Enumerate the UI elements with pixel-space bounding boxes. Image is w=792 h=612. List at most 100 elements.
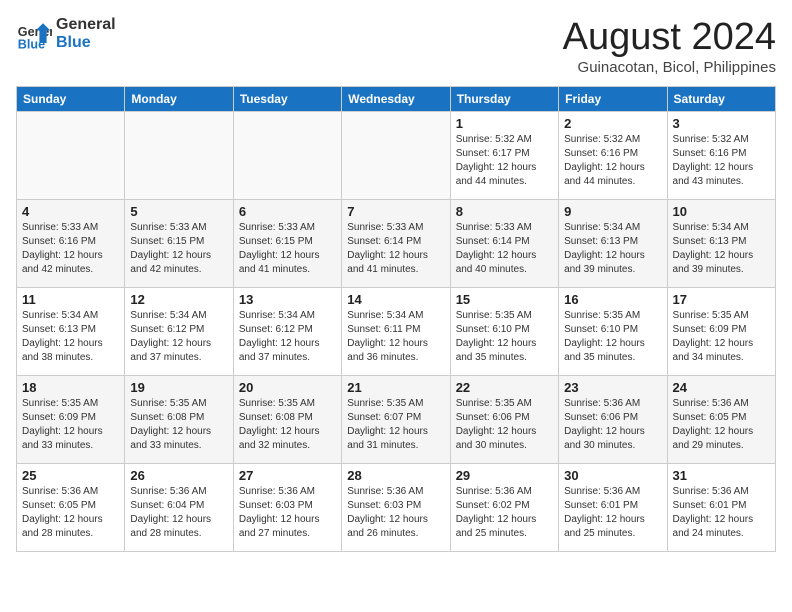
weekday-header-row: SundayMondayTuesdayWednesdayThursdayFrid… xyxy=(17,87,776,112)
day-number: 13 xyxy=(239,292,336,307)
day-number: 22 xyxy=(456,380,553,395)
day-number: 26 xyxy=(130,468,227,483)
day-info: Sunrise: 5:34 AM Sunset: 6:12 PM Dayligh… xyxy=(130,309,227,365)
day-info: Sunrise: 5:35 AM Sunset: 6:09 PM Dayligh… xyxy=(22,397,119,453)
calendar-cell: 1 Sunrise: 5:32 AM Sunset: 6:17 PM Daylig… xyxy=(450,112,558,200)
day-number: 5 xyxy=(130,204,227,219)
day-number: 30 xyxy=(564,468,661,483)
calendar-cell: 24 Sunrise: 5:36 AM Sunset: 6:05 PM Dayli… xyxy=(667,376,775,464)
day-info: Sunrise: 5:36 AM Sunset: 6:05 PM Dayligh… xyxy=(22,485,119,541)
day-number: 20 xyxy=(239,380,336,395)
day-number: 12 xyxy=(130,292,227,307)
weekday-header: Sunday xyxy=(17,87,125,112)
month-title: August 2024 xyxy=(563,16,776,59)
day-number: 17 xyxy=(673,292,770,307)
calendar-cell: 12 Sunrise: 5:34 AM Sunset: 6:12 PM Dayli… xyxy=(125,288,233,376)
day-number: 27 xyxy=(239,468,336,483)
day-info: Sunrise: 5:36 AM Sunset: 6:03 PM Dayligh… xyxy=(347,485,444,541)
calendar-cell xyxy=(125,112,233,200)
day-number: 21 xyxy=(347,380,444,395)
calendar-cell xyxy=(233,112,341,200)
calendar-cell: 4 Sunrise: 5:33 AM Sunset: 6:16 PM Daylig… xyxy=(17,200,125,288)
day-number: 24 xyxy=(673,380,770,395)
day-info: Sunrise: 5:35 AM Sunset: 6:08 PM Dayligh… xyxy=(130,397,227,453)
calendar-cell: 30Sunrise: 5:36 AM Sunset: 6:01 PM Dayli… xyxy=(559,464,667,552)
day-info: Sunrise: 5:32 AM Sunset: 6:17 PM Dayligh… xyxy=(456,133,553,189)
calendar-cell: 19Sunrise: 5:35 AM Sunset: 6:08 PM Dayli… xyxy=(125,376,233,464)
calendar-cell: 6 Sunrise: 5:33 AM Sunset: 6:15 PM Daylig… xyxy=(233,200,341,288)
title-block: August 2024 Guinacotan, Bicol, Philippin… xyxy=(563,16,776,76)
calendar-cell: 23 Sunrise: 5:36 AM Sunset: 6:06 PM Dayli… xyxy=(559,376,667,464)
calendar-cell: 27 Sunrise: 5:36 AM Sunset: 6:03 PM Dayli… xyxy=(233,464,341,552)
logo: General Blue General Blue xyxy=(16,16,116,52)
day-info: Sunrise: 5:33 AM Sunset: 6:15 PM Dayligh… xyxy=(130,221,227,277)
calendar-cell: 17 Sunrise: 5:35 AM Sunset: 6:09 PM Dayli… xyxy=(667,288,775,376)
day-info: Sunrise: 5:34 AM Sunset: 6:11 PM Dayligh… xyxy=(347,309,444,365)
day-info: Sunrise: 5:36 AM Sunset: 6:04 PM Dayligh… xyxy=(130,485,227,541)
day-info: Sunrise: 5:35 AM Sunset: 6:10 PM Dayligh… xyxy=(456,309,553,365)
calendar-cell: 31 Sunrise: 5:36 AM Sunset: 6:01 PM Dayli… xyxy=(667,464,775,552)
calendar-week-row: 1 Sunrise: 5:32 AM Sunset: 6:17 PM Daylig… xyxy=(17,112,776,200)
day-info: Sunrise: 5:36 AM Sunset: 6:03 PM Dayligh… xyxy=(239,485,336,541)
calendar-week-row: 18 Sunrise: 5:35 AM Sunset: 6:09 PM Dayli… xyxy=(17,376,776,464)
day-number: 31 xyxy=(673,468,770,483)
weekday-header: Friday xyxy=(559,87,667,112)
day-info: Sunrise: 5:33 AM Sunset: 6:16 PM Dayligh… xyxy=(22,221,119,277)
day-number: 10 xyxy=(673,204,770,219)
calendar-cell: 13 Sunrise: 5:34 AM Sunset: 6:12 PM Dayli… xyxy=(233,288,341,376)
day-number: 7 xyxy=(347,204,444,219)
day-number: 23 xyxy=(564,380,661,395)
day-number: 4 xyxy=(22,204,119,219)
logo-general: General xyxy=(56,16,116,34)
day-number: 16 xyxy=(564,292,661,307)
day-number: 8 xyxy=(456,204,553,219)
logo-icon: General Blue xyxy=(16,16,52,52)
day-info: Sunrise: 5:36 AM Sunset: 6:05 PM Dayligh… xyxy=(673,397,770,453)
calendar-cell: 16 Sunrise: 5:35 AM Sunset: 6:10 PM Dayli… xyxy=(559,288,667,376)
calendar-cell: 9 Sunrise: 5:34 AM Sunset: 6:13 PM Daylig… xyxy=(559,200,667,288)
day-info: Sunrise: 5:36 AM Sunset: 6:06 PM Dayligh… xyxy=(564,397,661,453)
calendar-week-row: 4 Sunrise: 5:33 AM Sunset: 6:16 PM Daylig… xyxy=(17,200,776,288)
day-number: 14 xyxy=(347,292,444,307)
day-number: 11 xyxy=(22,292,119,307)
calendar-cell: 22Sunrise: 5:35 AM Sunset: 6:06 PM Dayli… xyxy=(450,376,558,464)
day-info: Sunrise: 5:33 AM Sunset: 6:14 PM Dayligh… xyxy=(456,221,553,277)
day-info: Sunrise: 5:35 AM Sunset: 6:07 PM Dayligh… xyxy=(347,397,444,453)
day-number: 2 xyxy=(564,116,661,131)
day-number: 6 xyxy=(239,204,336,219)
day-info: Sunrise: 5:33 AM Sunset: 6:15 PM Dayligh… xyxy=(239,221,336,277)
weekday-header: Saturday xyxy=(667,87,775,112)
weekday-header: Thursday xyxy=(450,87,558,112)
calendar-cell: 25 Sunrise: 5:36 AM Sunset: 6:05 PM Dayli… xyxy=(17,464,125,552)
day-number: 9 xyxy=(564,204,661,219)
day-info: Sunrise: 5:36 AM Sunset: 6:01 PM Dayligh… xyxy=(673,485,770,541)
weekday-header: Tuesday xyxy=(233,87,341,112)
calendar-cell: 20Sunrise: 5:35 AM Sunset: 6:08 PM Dayli… xyxy=(233,376,341,464)
day-info: Sunrise: 5:34 AM Sunset: 6:12 PM Dayligh… xyxy=(239,309,336,365)
calendar-cell: 2 Sunrise: 5:32 AM Sunset: 6:16 PM Daylig… xyxy=(559,112,667,200)
calendar-cell xyxy=(342,112,450,200)
day-info: Sunrise: 5:35 AM Sunset: 6:10 PM Dayligh… xyxy=(564,309,661,365)
header: General Blue General Blue August 2024 Gu… xyxy=(16,16,776,76)
day-info: Sunrise: 5:36 AM Sunset: 6:02 PM Dayligh… xyxy=(456,485,553,541)
day-info: Sunrise: 5:35 AM Sunset: 6:09 PM Dayligh… xyxy=(673,309,770,365)
day-info: Sunrise: 5:34 AM Sunset: 6:13 PM Dayligh… xyxy=(564,221,661,277)
logo-blue: Blue xyxy=(56,34,116,52)
day-info: Sunrise: 5:32 AM Sunset: 6:16 PM Dayligh… xyxy=(564,133,661,189)
calendar-table: SundayMondayTuesdayWednesdayThursdayFrid… xyxy=(16,86,776,552)
calendar-cell: 14 Sunrise: 5:34 AM Sunset: 6:11 PM Dayli… xyxy=(342,288,450,376)
calendar-cell: 11Sunrise: 5:34 AM Sunset: 6:13 PM Dayli… xyxy=(17,288,125,376)
calendar-cell: 5 Sunrise: 5:33 AM Sunset: 6:15 PM Daylig… xyxy=(125,200,233,288)
calendar-cell: 10 Sunrise: 5:34 AM Sunset: 6:13 PM Dayli… xyxy=(667,200,775,288)
calendar-cell: 28Sunrise: 5:36 AM Sunset: 6:03 PM Dayli… xyxy=(342,464,450,552)
location: Guinacotan, Bicol, Philippines xyxy=(563,59,776,76)
calendar-week-row: 25 Sunrise: 5:36 AM Sunset: 6:05 PM Dayli… xyxy=(17,464,776,552)
day-number: 1 xyxy=(456,116,553,131)
calendar-cell: 18 Sunrise: 5:35 AM Sunset: 6:09 PM Dayli… xyxy=(17,376,125,464)
calendar-week-row: 11Sunrise: 5:34 AM Sunset: 6:13 PM Dayli… xyxy=(17,288,776,376)
day-number: 18 xyxy=(22,380,119,395)
day-number: 25 xyxy=(22,468,119,483)
calendar-cell: 21 Sunrise: 5:35 AM Sunset: 6:07 PM Dayli… xyxy=(342,376,450,464)
day-number: 15 xyxy=(456,292,553,307)
day-info: Sunrise: 5:34 AM Sunset: 6:13 PM Dayligh… xyxy=(673,221,770,277)
